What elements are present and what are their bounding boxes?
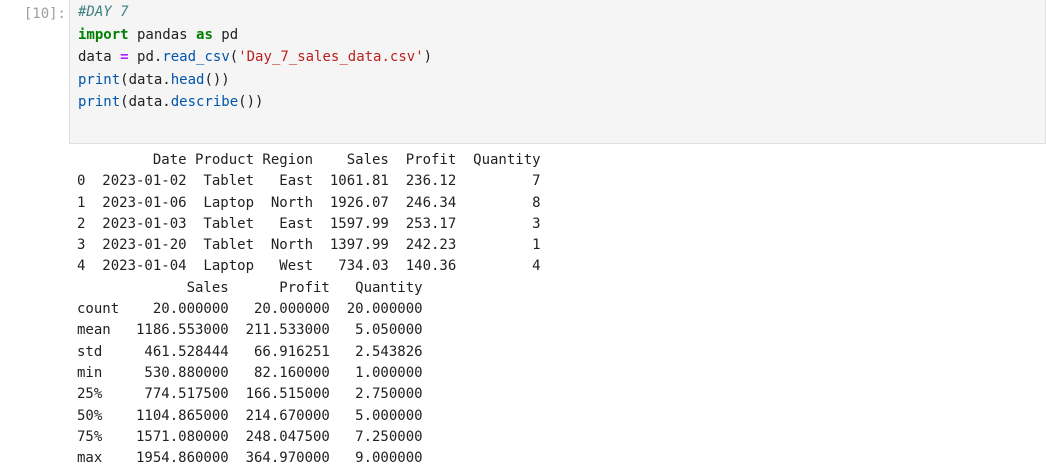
code-token: import — [78, 26, 129, 43]
head-table-row: Date Product Region Sales Profit Quantit… — [77, 152, 541, 168]
code-token: print — [78, 71, 121, 88]
code-token: describe — [170, 94, 239, 110]
code-token: print — [78, 94, 121, 110]
head-table-row: 0 2023-01-02 Tablet East 1061.81 236.12 … — [77, 173, 541, 190]
code-token: (data. — [120, 94, 171, 110]
code-token: pandas — [128, 26, 197, 43]
describe-table-row: max 1954.860000 364.970000 9.000000 — [77, 450, 423, 467]
code-token: #DAY 7 — [78, 4, 129, 20]
cell-output: Date Product Region Sales Profit Quantit… — [77, 150, 541, 469]
code-token: as — [196, 26, 213, 43]
code-token: ( — [229, 49, 239, 65]
describe-table-row: mean 1186.553000 211.533000 5.050000 — [77, 322, 423, 339]
describe-table-row: 25% 774.517500 166.515000 2.750000 — [77, 386, 423, 403]
code-token: data — [78, 49, 121, 65]
code-token: pd — [212, 26, 239, 43]
describe-table-row: count 20.000000 20.000000 20.000000 — [77, 301, 423, 318]
code-token: (data. — [120, 71, 171, 88]
head-table-row: 2 2023-01-03 Tablet East 1597.99 253.17 … — [77, 215, 541, 232]
code-token: ()) — [204, 71, 230, 88]
code-editor-text[interactable]: #DAY 7 import pandas as pd data = pd.read_… — [78, 1, 432, 114]
head-table-row: 1 2023-01-06 Laptop North 1926.07 246.34… — [77, 194, 541, 211]
head-table-row: 4 2023-01-04 Laptop West 734.03 140.36 4 — [77, 258, 541, 275]
code-line: print(data.head()) — [78, 69, 432, 92]
code-cell-editor[interactable]: #DAY 7 import pandas as pd data = pd.read_… — [69, 0, 1046, 144]
code-token: pd. — [128, 49, 163, 65]
code-token: read_csv — [162, 49, 230, 65]
describe-table-row: std 461.528444 66.916251 2.543826 — [77, 343, 423, 360]
code-token: = — [120, 49, 129, 65]
execution-count-prompt: [10]: — [23, 6, 66, 22]
describe-table-row: min 530.880000 82.160000 1.000000 — [77, 364, 423, 381]
code-line: data = pd.read_csv('Day_7_sales_data.csv… — [78, 46, 432, 69]
code-token: ()) — [238, 94, 264, 110]
describe-table-row: 75% 1571.080000 248.047500 7.250000 — [77, 428, 423, 445]
code-token: ) — [423, 49, 433, 65]
code-line: print(data.describe()) — [78, 91, 432, 114]
head-table-row: 3 2023-01-20 Tablet North 1397.99 242.23… — [77, 237, 541, 254]
code-line: import pandas as pd — [78, 24, 432, 47]
code-line: #DAY 7 — [78, 1, 432, 24]
code-token: 'Day_7_sales_data.csv' — [238, 49, 424, 65]
describe-table-row: Sales Profit Quantity — [77, 279, 423, 296]
code-token: head — [170, 71, 205, 88]
describe-table-row: 50% 1104.865000 214.670000 5.000000 — [77, 407, 423, 424]
